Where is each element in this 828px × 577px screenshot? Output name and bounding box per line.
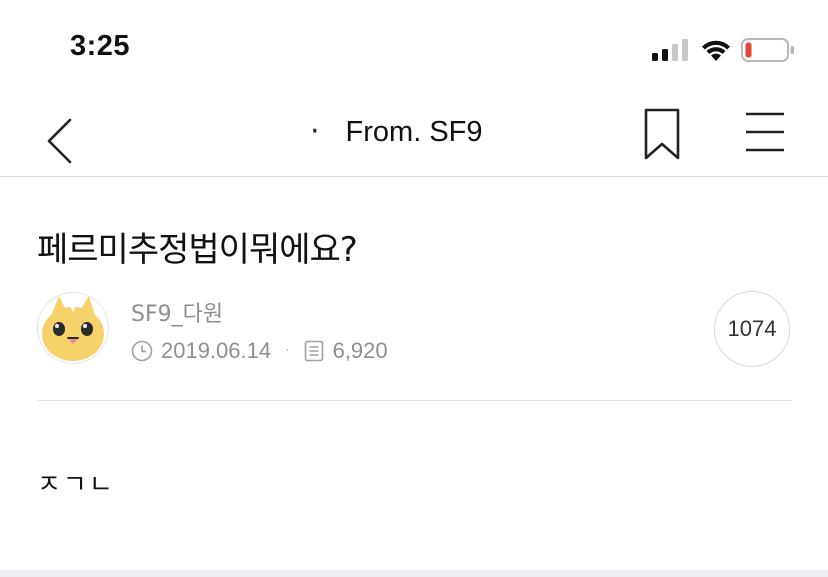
cellular-signal-icon [652, 39, 688, 61]
post-body: ㅈㄱㄴ [37, 470, 115, 500]
post-meta: 2019.06.14 · 6,920 [131, 336, 388, 366]
status-bar: 3:25 [0, 0, 828, 96]
comment-count-button[interactable]: 1074 [714, 291, 790, 367]
nav-title-dot: · [310, 114, 320, 149]
wifi-icon [702, 40, 730, 61]
nav-title-group: · From. SF9 [310, 110, 483, 154]
post-title: 페르미추정법이뭐에요? [37, 230, 358, 270]
meta-separator: · [285, 343, 290, 359]
bottom-strip [0, 570, 828, 577]
clock-icon [131, 340, 153, 362]
nav-bar: · From. SF9 [0, 96, 828, 177]
battery-low-icon [741, 38, 794, 62]
nav-title: From. SF9 [345, 115, 483, 148]
author-name[interactable]: SF9_다원 [131, 296, 223, 328]
post-date: 2019.06.14 [161, 338, 272, 363]
bookmark-button[interactable] [640, 108, 684, 160]
header-divider [37, 400, 792, 401]
avatar-character-icon [42, 296, 104, 361]
document-icon [304, 340, 323, 362]
view-count: 6,920 [332, 338, 388, 363]
status-time: 3:25 [70, 30, 131, 62]
author-avatar[interactable] [37, 292, 109, 364]
back-button[interactable] [36, 106, 86, 166]
hamburger-menu-icon[interactable] [740, 110, 788, 154]
